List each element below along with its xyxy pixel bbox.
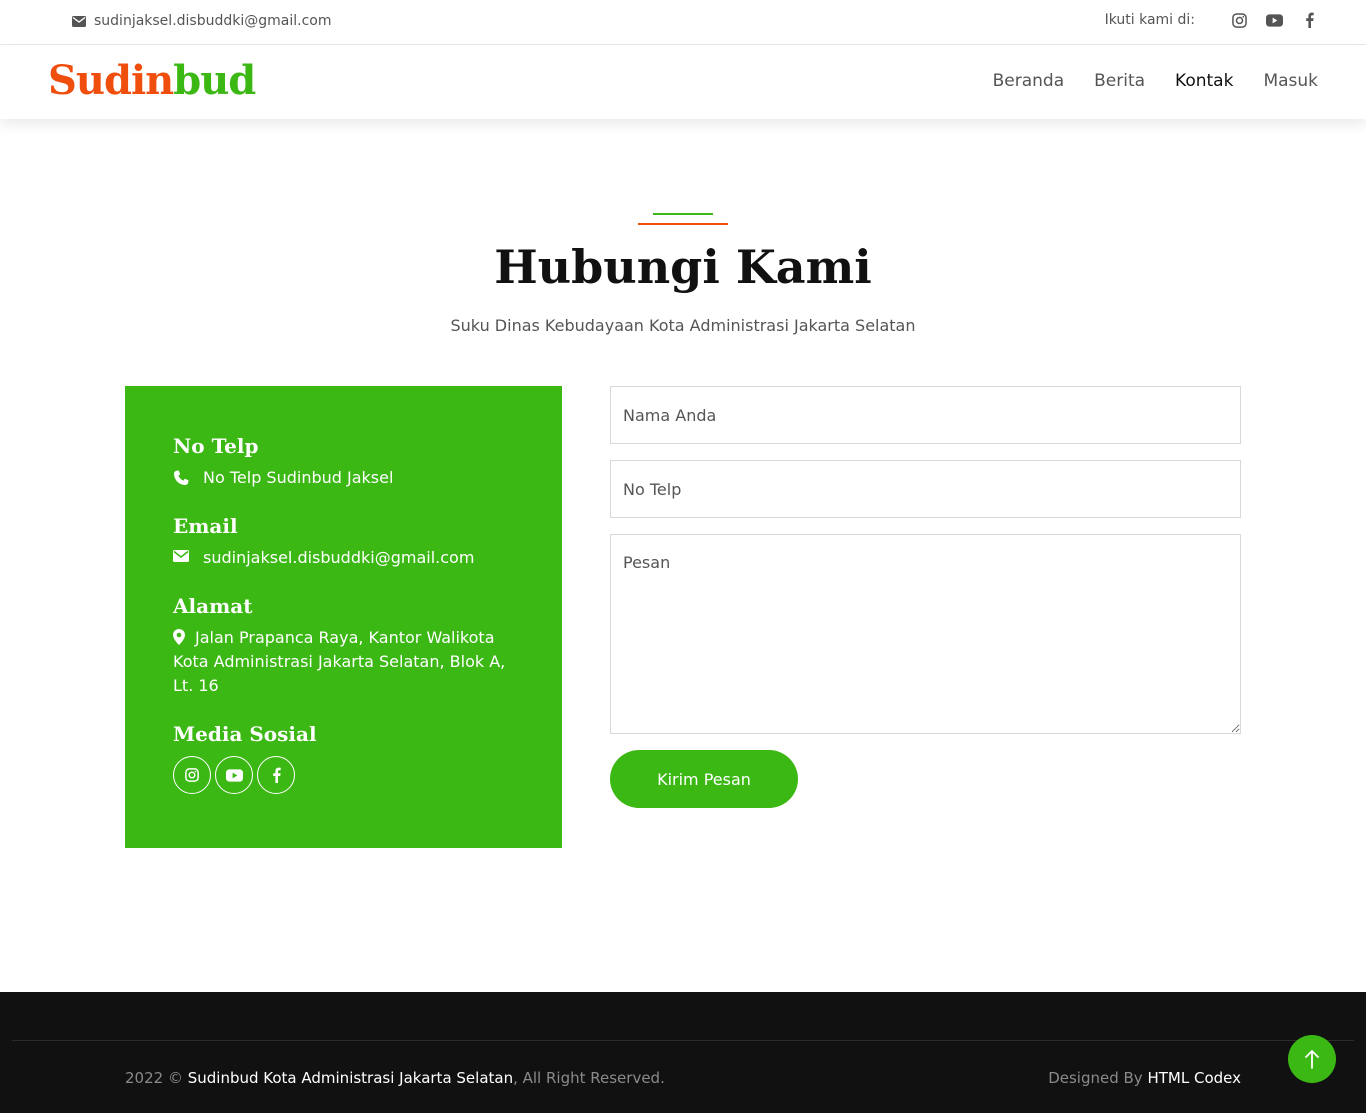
follow-label: Ikuti kami di: [1104,12,1195,28]
phone-field[interactable] [610,460,1241,518]
facebook-icon[interactable] [1300,11,1318,29]
copyright-year: 2022 © [125,1069,183,1087]
send-message-button[interactable]: Kirim Pesan [610,750,798,808]
topbar: sudinjaksel.disbuddki@gmail.com Ikuti ka… [0,0,1366,45]
facebook-icon [272,767,281,783]
instagram-button[interactable] [173,756,211,794]
divider-orange [638,223,728,225]
contact-info-panel: No Telp No Telp Sudinbud Jaksel Email su… [125,386,562,848]
envelope-icon [72,15,86,27]
footer: 2022 © Sudinbud Kota Administrasi Jakart… [0,992,1366,1113]
phone-value: No Telp Sudinbud Jaksel [203,468,394,487]
phone-icon [174,470,189,485]
footer-credit: Designed By HTML Codex [1048,1069,1241,1087]
envelope-icon [173,550,189,562]
footer-copyright: 2022 © Sudinbud Kota Administrasi Jakart… [125,1069,665,1087]
divider-green [653,213,713,215]
name-field[interactable] [610,386,1241,444]
footer-divider [12,1040,1354,1041]
youtube-icon [225,768,243,782]
nav-item-berita[interactable]: Berita [1094,71,1145,91]
page-title: Hubungi Kami [494,240,872,294]
instagram-icon[interactable] [1230,11,1248,29]
instagram-icon [185,768,199,782]
brand-part-1: Sudin [48,57,174,104]
social-links [173,756,514,794]
brand-part-2: bud [173,57,256,104]
email-row: sudinjaksel.disbuddki@gmail.com [173,546,514,570]
nav-item-kontak[interactable]: Kontak [1175,71,1233,91]
phone-title: No Telp [173,434,259,458]
youtube-button[interactable] [215,756,253,794]
nav-item-masuk[interactable]: Masuk [1263,71,1318,91]
social-title: Media Sosial [173,722,317,746]
designer-link[interactable]: HTML Codex [1147,1069,1241,1087]
address-value: Jalan Prapanca Raya, Kantor Walikota Kot… [173,628,506,695]
back-to-top-button[interactable] [1288,1035,1336,1083]
main-nav: Beranda Berita Kontak Masuk [963,71,1318,91]
topbar-email: sudinjaksel.disbuddki@gmail.com [72,13,331,29]
map-marker-icon [173,629,185,645]
email-title: Email [173,514,238,538]
arrow-up-icon [1305,1050,1319,1069]
message-field[interactable] [610,534,1241,734]
phone-row: No Telp Sudinbud Jaksel [173,466,514,490]
address-title: Alamat [173,594,253,618]
designed-by-label: Designed By [1048,1069,1143,1087]
brand-logo[interactable]: Sudinbud [48,57,256,104]
navbar: Sudinbud Beranda Berita Kontak Masuk [0,45,1366,119]
address-row: Jalan Prapanca Raya, Kantor Walikota Kot… [173,626,514,698]
topbar-social: Ikuti kami di: [1105,11,1318,29]
youtube-icon[interactable] [1265,11,1283,29]
nav-item-beranda[interactable]: Beranda [993,71,1065,91]
email-value: sudinjaksel.disbuddki@gmail.com [203,548,475,567]
title-divider [638,213,728,227]
page-subtitle: Suku Dinas Kebudayaan Kota Administrasi … [450,316,916,335]
facebook-button[interactable] [257,756,295,794]
org-link[interactable]: Sudinbud Kota Administrasi Jakarta Selat… [188,1069,513,1087]
topbar-email-text: sudinjaksel.disbuddki@gmail.com [94,13,332,29]
rights-text: , All Right Reserved. [513,1069,665,1087]
